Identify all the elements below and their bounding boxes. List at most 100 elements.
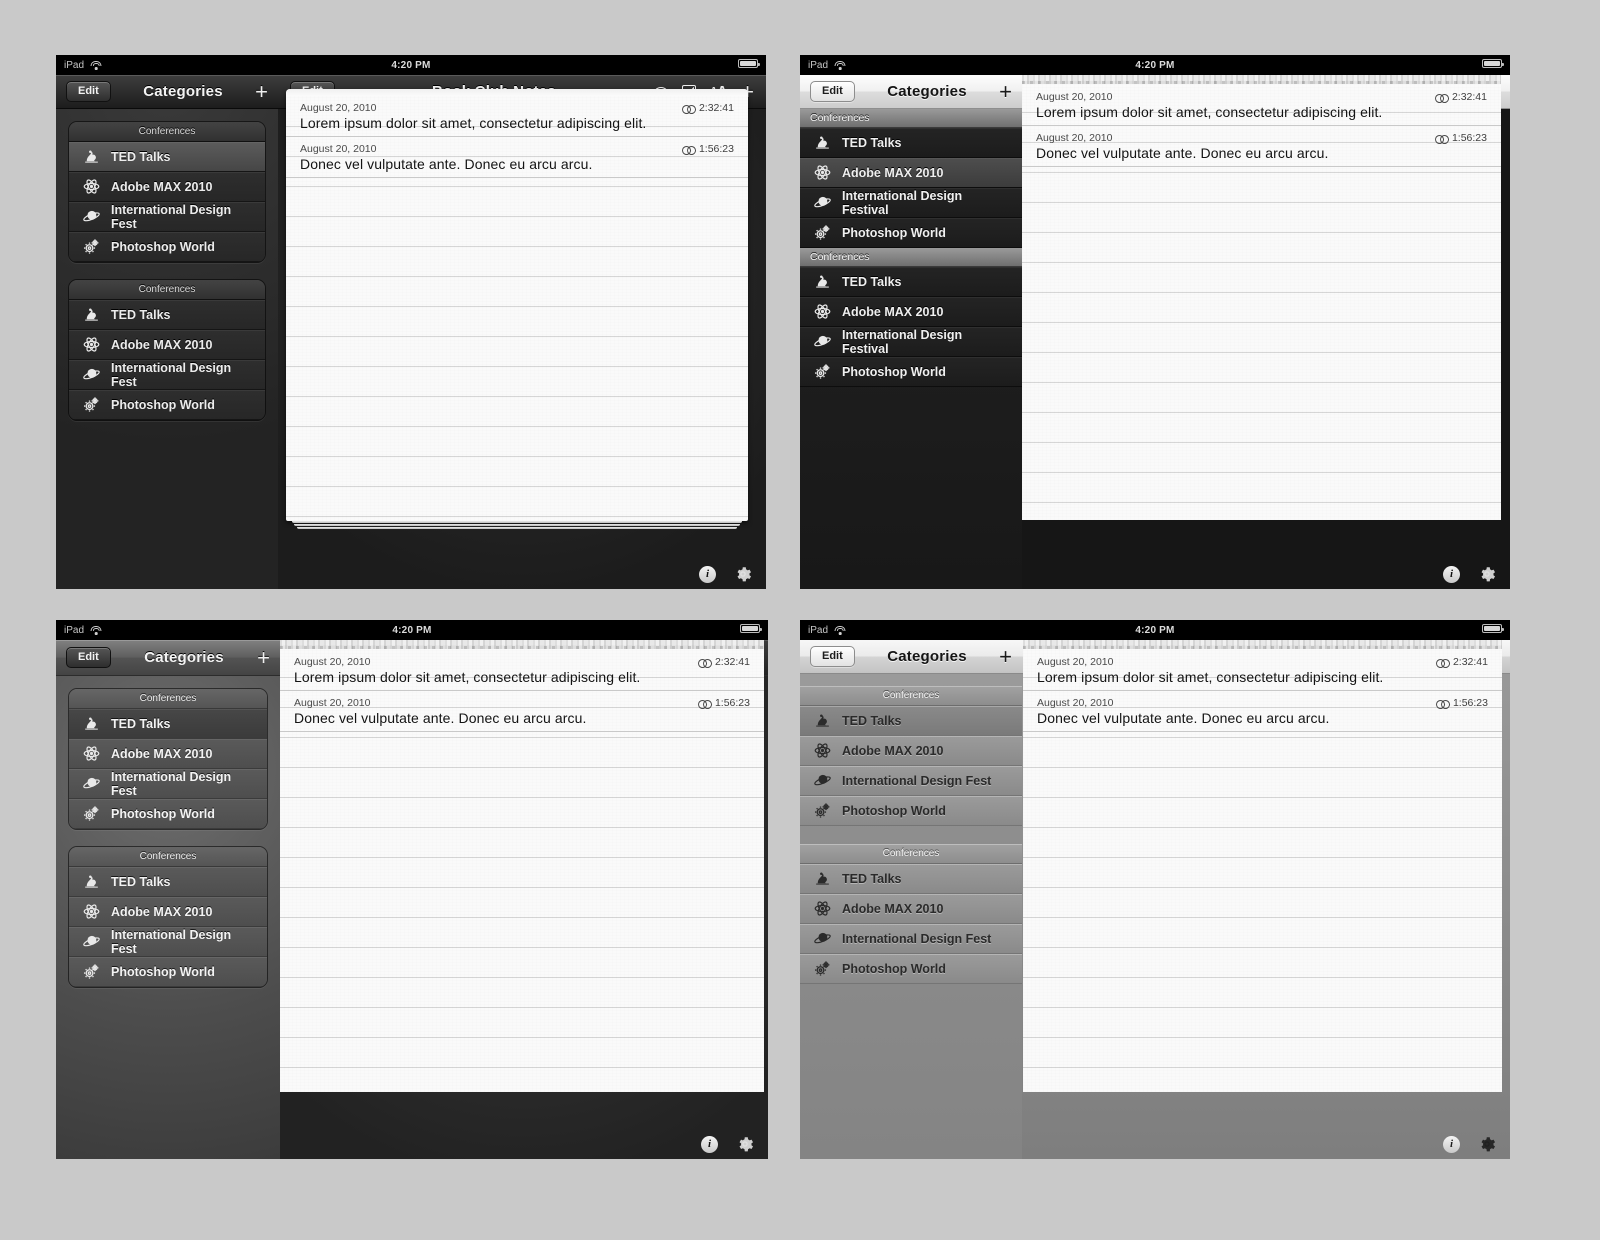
ted-talks-icon xyxy=(81,147,101,167)
sidebar-item-photoshop-world[interactable]: Photoshop World xyxy=(69,232,265,262)
info-icon[interactable]: i xyxy=(701,1135,718,1153)
edit-button[interactable]: Edit xyxy=(810,80,855,103)
note-timestamp: 1:56:23 xyxy=(1435,132,1487,144)
note-timestamp: 1:56:23 xyxy=(698,697,750,709)
gear-icon[interactable] xyxy=(1478,565,1496,583)
sidebar-item-ted-talks[interactable]: TED Talks xyxy=(69,709,267,739)
note-entry[interactable]: August 20, 2010 2:32:41 Lorem ipsum dolor … xyxy=(1022,85,1501,126)
add-category-button[interactable]: + xyxy=(999,645,1012,668)
note-timestamp: 1:56:23 xyxy=(682,143,734,155)
note-text: Donec vel vulputate ante. Donec eu arcu … xyxy=(294,710,587,726)
note-entry[interactable]: August 20, 2010 1:56:23 Donec vel vulputat… xyxy=(1022,126,1501,167)
sidebar-item-international-design-fest[interactable]: International Design Fest xyxy=(800,924,1022,954)
sidebar-item-photoshop-world[interactable]: Photoshop World xyxy=(800,218,1022,248)
sidebar-title: Categories xyxy=(144,649,224,666)
sidebar-item-international-design-fest[interactable]: International Design Fest xyxy=(69,202,265,232)
sidebar-item-ted-talks[interactable]: TED Talks xyxy=(800,267,1022,297)
gear-icon[interactable] xyxy=(1478,1135,1496,1153)
status-clock: 4:20 PM xyxy=(1135,624,1175,636)
sidebar-item-international-design-fest[interactable]: International Design Fest xyxy=(69,927,267,957)
info-icon[interactable]: i xyxy=(1443,1135,1460,1153)
gear-icon[interactable] xyxy=(736,1135,754,1153)
note-timestamp: 2:32:41 xyxy=(1436,656,1488,668)
sidebar-item-adobe-max-2010[interactable]: Adobe MAX 2010 xyxy=(69,330,265,360)
sidebar-item-adobe-max-2010[interactable]: Adobe MAX 2010 xyxy=(69,897,267,927)
edit-button[interactable]: Edit xyxy=(66,646,111,669)
sidebar-item-ted-talks[interactable]: TED Talks xyxy=(800,706,1022,736)
category-group-header: Conferences xyxy=(800,109,1022,128)
sidebar-item-adobe-max-2010[interactable]: Adobe MAX 2010 xyxy=(69,172,265,202)
status-bar: iPad 4:20 PM xyxy=(56,55,766,75)
sidebar-item-photoshop-world[interactable]: Photoshop World xyxy=(69,957,267,987)
note-entry-list: August 20, 2010 2:32:41 Lorem ipsum dolor … xyxy=(1023,640,1502,732)
edit-button[interactable]: Edit xyxy=(66,80,111,103)
category-group: Conferences TED Talks Adobe MAX 2010 Intern… xyxy=(68,688,268,830)
info-icon[interactable]: i xyxy=(699,565,716,583)
sidebar-item-label: Adobe MAX 2010 xyxy=(842,165,944,180)
sidebar-item-adobe-max-2010[interactable]: Adobe MAX 2010 xyxy=(800,297,1022,327)
atom-icon xyxy=(81,744,101,764)
note-entry[interactable]: August 20, 2010 1:56:23 Donec vel vulputat… xyxy=(286,137,748,178)
ipad-panel-2: iPad 4:20 PM Edit Categories + Conferenc… xyxy=(800,55,1510,589)
note-text: Lorem ipsum dolor sit amet, consectetur … xyxy=(1036,104,1383,120)
sidebar-item-international-design-festival[interactable]: International Design Festival xyxy=(800,327,1022,357)
sidebar-item-adobe-max-2010[interactable]: Adobe MAX 2010 xyxy=(800,158,1022,188)
add-category-button[interactable]: + xyxy=(257,646,270,669)
sidebar-item-international-design-fest[interactable]: International Design Fest xyxy=(69,769,267,799)
atom-icon xyxy=(812,163,832,183)
sidebar-item-ted-talks[interactable]: TED Talks xyxy=(69,867,267,897)
note-paper[interactable]: August 20, 2010 2:32:41 Lorem ipsum dolor … xyxy=(286,89,748,521)
sidebar-item-adobe-max-2010[interactable]: Adobe MAX 2010 xyxy=(800,736,1022,766)
status-clock: 4:20 PM xyxy=(1135,59,1175,71)
battery-icon xyxy=(738,59,760,68)
sidebar-toolbar: Edit Categories + xyxy=(56,75,278,109)
sidebar-item-label: TED Talks xyxy=(842,713,902,728)
sidebar-item-adobe-max-2010[interactable]: Adobe MAX 2010 xyxy=(69,739,267,769)
note-date: August 20, 2010 xyxy=(1036,91,1113,103)
ipad-panel-4: iPad 4:20 PM Edit Categories + Conferenc… xyxy=(800,620,1510,1159)
note-text: Lorem ipsum dolor sit amet, consectetur … xyxy=(300,115,647,131)
edit-button[interactable]: Edit xyxy=(810,645,855,668)
sidebar-item-label: TED Talks xyxy=(111,874,171,889)
add-category-button[interactable]: + xyxy=(255,80,268,103)
sidebar-item-ted-talks[interactable]: TED Talks xyxy=(69,142,265,172)
category-group-header: Conferences xyxy=(69,847,267,867)
note-paper[interactable]: August 20, 2010 2:32:41 Lorem ipsum dolor … xyxy=(280,640,764,1092)
info-icon[interactable]: i xyxy=(1443,565,1460,583)
add-category-button[interactable]: + xyxy=(999,80,1012,103)
sidebar-item-international-design-fest[interactable]: International Design Fest xyxy=(69,360,265,390)
note-entry[interactable]: August 20, 2010 2:32:41 Lorem ipsum dolor … xyxy=(1023,650,1502,691)
sidebar-item-ted-talks[interactable]: TED Talks xyxy=(69,300,265,330)
note-text: Donec vel vulputate ante. Donec eu arcu … xyxy=(1036,145,1329,161)
category-group-header: Conferences xyxy=(69,689,267,709)
note-entry[interactable]: August 20, 2010 1:56:23 Donec vel vulputat… xyxy=(280,691,764,732)
sidebar-item-photoshop-world[interactable]: Photoshop World xyxy=(69,799,267,829)
sidebar-item-photoshop-world[interactable]: Photoshop World xyxy=(800,954,1022,984)
note-paper[interactable]: August 20, 2010 2:32:41 Lorem ipsum dolor … xyxy=(1023,640,1502,1092)
note-date: August 20, 2010 xyxy=(300,102,377,114)
note-timestamp: 2:32:41 xyxy=(1435,91,1487,103)
sidebar-item-photoshop-world[interactable]: Photoshop World xyxy=(800,796,1022,826)
sidebar-item-international-design-fest[interactable]: International Design Fest xyxy=(800,766,1022,796)
category-group-header: Conferences xyxy=(69,122,265,142)
categories-sidebar: Edit Categories + Conferences TED Talks Ad… xyxy=(800,640,1022,1159)
category-group: Conferences TED Talks Adobe MAX 2010 Intern… xyxy=(800,109,1022,248)
gears-icon xyxy=(81,804,101,824)
detail-footer: i xyxy=(701,1135,754,1153)
note-entry[interactable]: August 20, 2010 2:32:41 Lorem ipsum dolor … xyxy=(280,650,764,691)
note-paper[interactable]: August 20, 2010 2:32:41 Lorem ipsum dolor … xyxy=(1022,75,1501,520)
paper-stack-edge xyxy=(290,521,744,529)
note-entry[interactable]: August 20, 2010 1:56:23 Donec vel vulputat… xyxy=(1023,691,1502,732)
note-entry[interactable]: August 20, 2010 2:32:41 Lorem ipsum dolor … xyxy=(286,96,748,137)
sidebar-item-adobe-max-2010[interactable]: Adobe MAX 2010 xyxy=(800,894,1022,924)
detail-footer: i xyxy=(1443,565,1496,583)
sidebar-item-label: TED Talks xyxy=(842,135,902,150)
sidebar-item-ted-talks[interactable]: TED Talks xyxy=(800,864,1022,894)
sidebar-item-international-design-festival[interactable]: International Design Festival xyxy=(800,188,1022,218)
sidebar-item-label: TED Talks xyxy=(111,716,171,731)
sidebar-item-photoshop-world[interactable]: Photoshop World xyxy=(800,357,1022,387)
sidebar-item-photoshop-world[interactable]: Photoshop World xyxy=(69,390,265,420)
gear-icon[interactable] xyxy=(734,565,752,583)
sidebar-item-ted-talks[interactable]: TED Talks xyxy=(800,128,1022,158)
status-clock: 4:20 PM xyxy=(392,624,432,636)
